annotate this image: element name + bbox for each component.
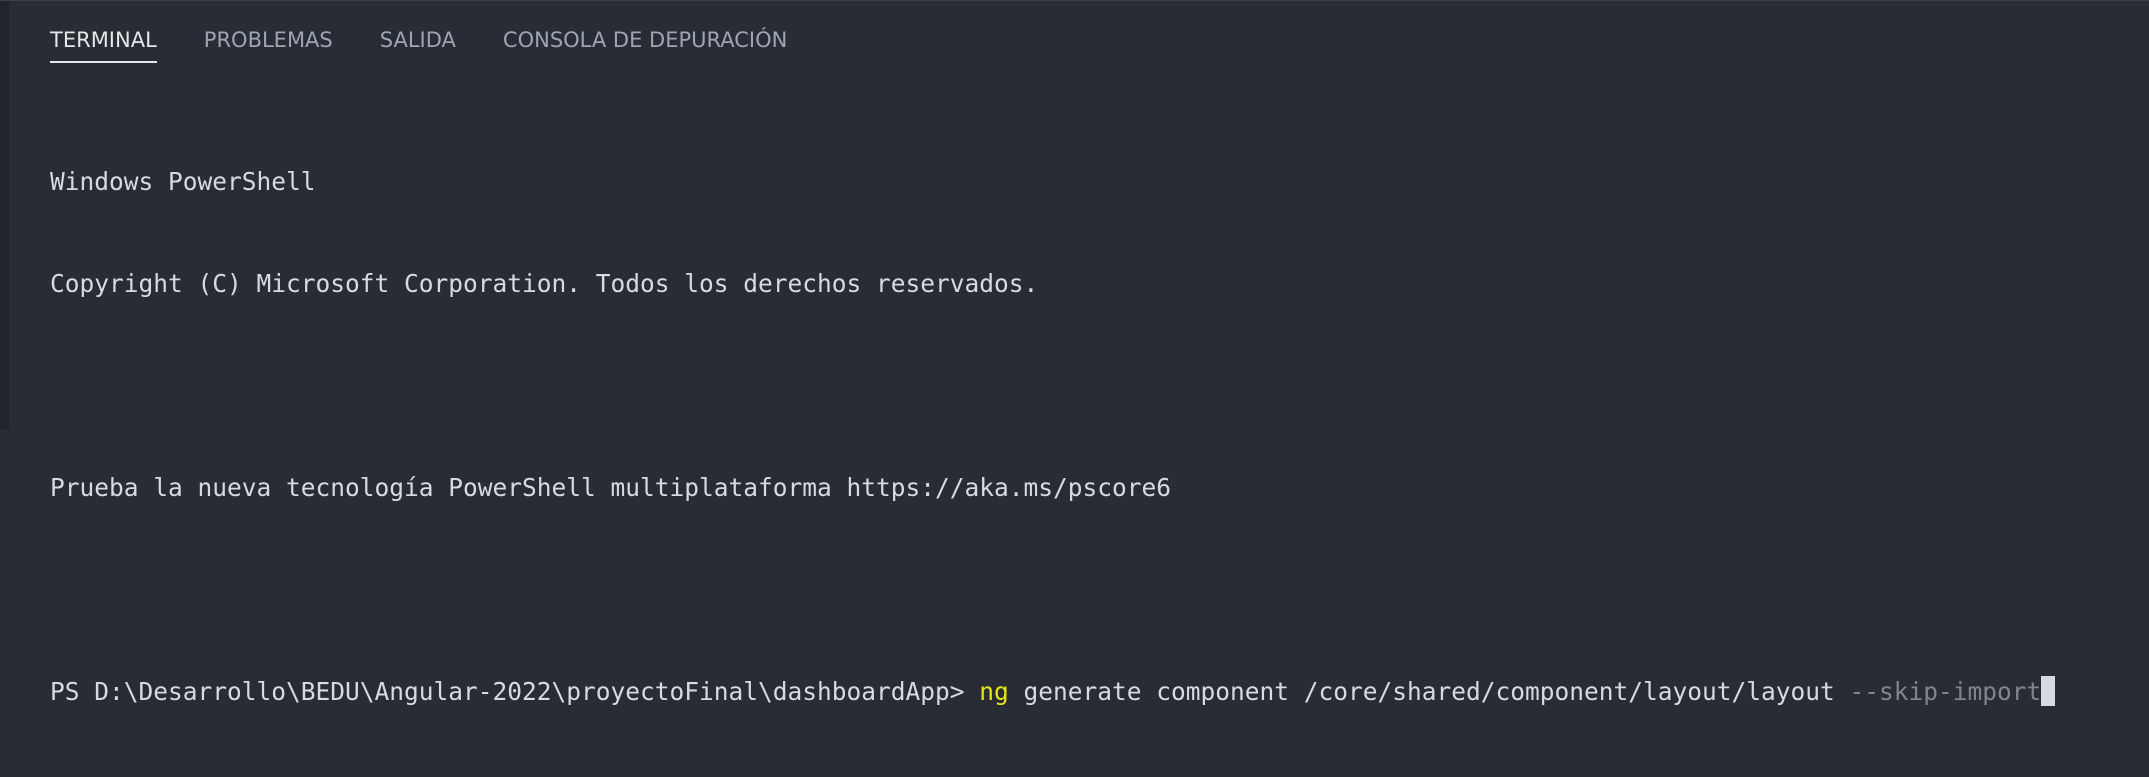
- terminal-panel: TERMINAL PROBLEMAS SALIDA CONSOLA DE DEP…: [0, 0, 2149, 706]
- command-flag: --skip-import: [1849, 677, 2042, 706]
- tab-problemas[interactable]: PROBLEMAS: [204, 1, 333, 63]
- terminal-output[interactable]: Windows PowerShell Copyright (C) Microso…: [50, 97, 2056, 777]
- terminal-line-copyright: Copyright (C) Microsoft Corporation. Tod…: [50, 269, 1039, 298]
- terminal-line-title: Windows PowerShell: [50, 167, 316, 196]
- terminal-cursor: [2041, 676, 2056, 706]
- command-arguments: generate component /core/shared/componen…: [1008, 677, 1850, 706]
- tab-terminal[interactable]: TERMINAL: [50, 1, 157, 63]
- tab-consola-de-depuracion[interactable]: CONSOLA DE DEPURACIÓN: [503, 1, 787, 63]
- terminal-command-line[interactable]: PS D:\Desarrollo\BEDU\Angular-2022\proye…: [50, 675, 2056, 709]
- tab-salida[interactable]: SALIDA: [380, 1, 456, 63]
- panel-tab-bar: TERMINAL PROBLEMAS SALIDA CONSOLA DE DEP…: [50, 1, 834, 63]
- panel-left-edge: [0, 1, 9, 429]
- terminal-line-pscore-tip: Prueba la nueva tecnología PowerShell mu…: [50, 473, 1172, 502]
- command-executable: ng: [979, 677, 1009, 706]
- terminal-prompt: PS D:\Desarrollo\BEDU\Angular-2022\proye…: [50, 677, 980, 706]
